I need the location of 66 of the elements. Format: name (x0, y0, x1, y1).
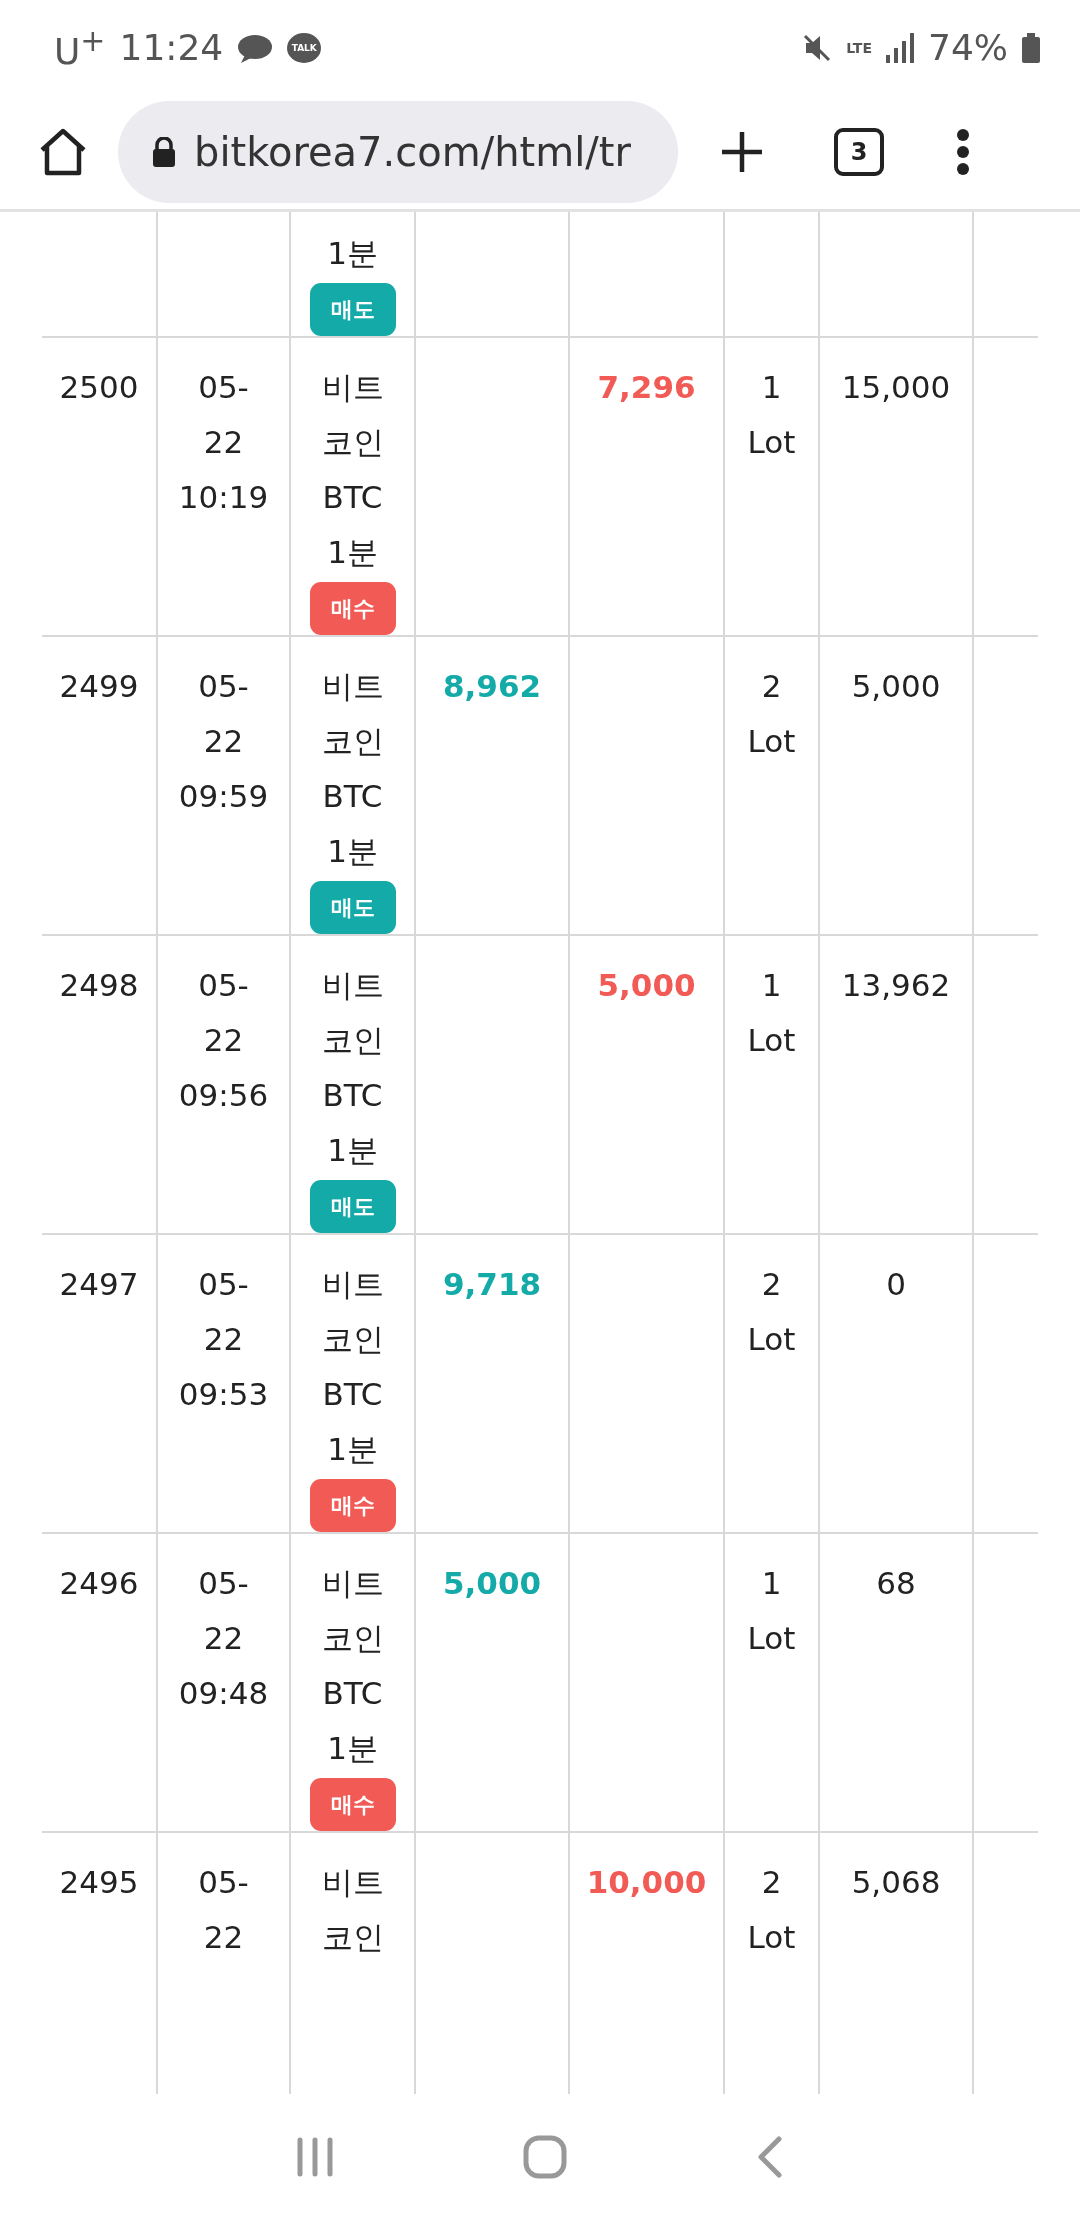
plus-icon[interactable] (720, 130, 764, 174)
table-cell-text: 2 Lot (746, 1265, 797, 1359)
signal-icon (886, 32, 914, 63)
table-cell-text: 05-22 (197, 1265, 250, 1359)
table-cell-text: 5,000 (851, 667, 941, 706)
trade-badge: 매도 (309, 1180, 396, 1233)
table-cell-text: 68 (876, 1564, 916, 1603)
amount-text: 9,718 (442, 1265, 542, 1304)
amount-text: 10,000 (586, 1863, 707, 1902)
back-icon[interactable] (757, 2136, 783, 2178)
address-bar[interactable]: bitkorea7.com/html/tr (118, 101, 678, 203)
table-cell-text: 0 (886, 1265, 906, 1304)
table-cell-text: 비트코인 BTC 1분 (320, 1564, 385, 1768)
table-cell-text: 05-22 (197, 966, 250, 1060)
table-cell-text: 2500 (59, 368, 139, 407)
table-cell-text: 2 Lot (746, 667, 797, 761)
table-cell-text: 비트코인 BTC 1분 (320, 667, 385, 871)
table-cell-text: 비트코인 (320, 1863, 385, 1957)
table-cell-text: 2496 (59, 1564, 139, 1603)
table-cell-text: 09:53 (178, 1375, 269, 1414)
table-cell-text: 2497 (59, 1265, 139, 1304)
trade-badge: 매도 (309, 881, 396, 934)
network-text: LTE (846, 39, 872, 56)
trade-badge: 매수 (309, 1778, 396, 1831)
amount-text: 5,000 (442, 1564, 542, 1603)
table-cell-text: 1 Lot (746, 368, 797, 462)
table-cell-text: 2498 (59, 966, 139, 1005)
battery-text: 74% (928, 27, 1008, 68)
table-cell-text: 13,962 (841, 966, 951, 1005)
tab-count-button[interactable]: 3 (834, 128, 884, 176)
table-cell-text: 1 Lot (746, 1564, 797, 1658)
table-cell-text: 09:59 (178, 777, 269, 816)
clock-text: 11:24 (119, 27, 224, 68)
mute-icon (802, 32, 833, 63)
table-cell-text: 15,000 (841, 368, 951, 407)
table-cell-text: 05-22 (197, 1564, 250, 1658)
home-button-icon[interactable] (523, 2135, 567, 2179)
recent-apps-icon[interactable] (297, 2137, 333, 2177)
table-cell-text: 5,068 (851, 1863, 941, 1902)
home-icon[interactable] (38, 128, 88, 176)
table-cell-text: 2499 (59, 667, 139, 706)
table-cell-text: 05-22 (197, 368, 250, 462)
chat-bubble-icon (237, 32, 274, 63)
amount-text: 7,296 (597, 368, 696, 407)
menu-icon[interactable] (956, 129, 970, 175)
table-cell-text: 05-22 (197, 667, 250, 761)
table-cell-text: 05-22 (197, 1863, 250, 1957)
talk-icon: TALK (287, 32, 322, 63)
table-cell-text: 10:19 (178, 478, 269, 517)
trade-badge: 매수 (309, 582, 396, 635)
carrier-text: U$^{+}$ (54, 23, 106, 72)
table-cell-text: 비트코인 BTC 1분 (320, 368, 385, 572)
table-cell-text: 09:56 (178, 1076, 269, 1115)
table-cell-text: 09:48 (178, 1674, 269, 1713)
amount-text: 8,962 (442, 667, 542, 706)
table-cell-text: 비트코인 BTC 1분 (320, 1265, 385, 1469)
table-cell-text: 2495 (59, 1863, 139, 1902)
table-cell-text: 1 Lot (746, 966, 797, 1060)
lock-icon (152, 137, 176, 167)
trade-badge: 매수 (309, 1479, 396, 1532)
table-cell-text: 1분 (327, 234, 378, 273)
amount-text: 5,000 (597, 966, 696, 1005)
table-cell-text: 2 Lot (746, 1863, 797, 1957)
battery-icon (1022, 32, 1040, 63)
trade-badge: 매도 (309, 283, 396, 336)
table-cell-text: 비트코인 BTC 1분 (320, 966, 385, 1170)
